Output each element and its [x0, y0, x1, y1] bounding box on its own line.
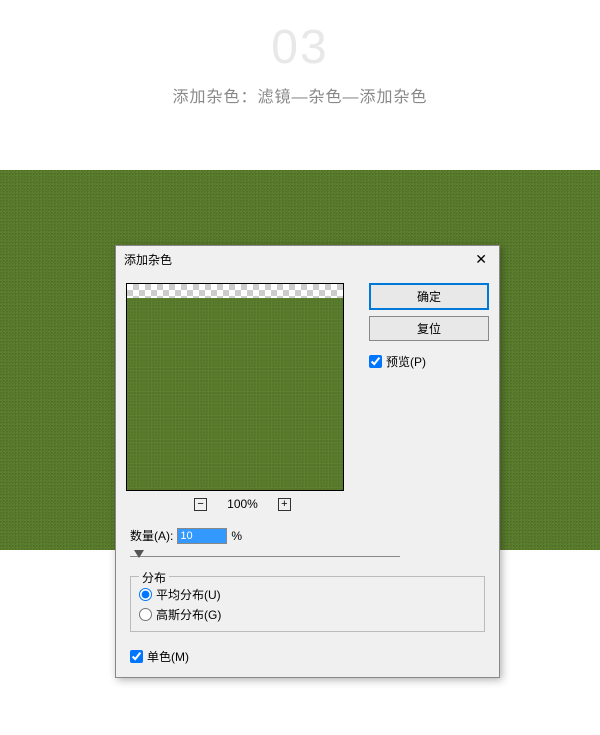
ok-button[interactable]: 确定: [369, 283, 489, 310]
gaussian-radio-label: 高斯分布(G): [156, 606, 221, 623]
uniform-radio[interactable]: [139, 588, 152, 601]
uniform-radio-label: 平均分布(U): [156, 586, 221, 603]
amount-input[interactable]: [177, 528, 227, 544]
transparency-checker: [127, 284, 343, 298]
slider-thumb[interactable]: [134, 550, 144, 558]
amount-unit: %: [231, 529, 242, 543]
zoom-out-button[interactable]: −: [194, 498, 207, 511]
dialog-titlebar: 添加杂色 ✕: [116, 246, 499, 273]
dialog-title: 添加杂色: [124, 251, 172, 268]
distribution-fieldset: 分布 平均分布(U) 高斯分布(G): [130, 576, 485, 632]
uniform-radio-row[interactable]: 平均分布(U): [139, 586, 476, 603]
preview-area: [126, 283, 344, 491]
monochrome-checkbox-row[interactable]: 单色(M): [130, 648, 485, 665]
zoom-level: 100%: [227, 497, 258, 511]
preview-checkbox-label: 预览(P): [386, 353, 426, 370]
monochrome-checkbox[interactable]: [130, 650, 143, 663]
preview-checkbox[interactable]: [369, 355, 382, 368]
reset-button[interactable]: 复位: [369, 316, 489, 341]
zoom-in-button[interactable]: +: [278, 498, 291, 511]
gaussian-radio[interactable]: [139, 608, 152, 621]
step-number: 03: [0, 20, 600, 75]
amount-slider[interactable]: [130, 550, 400, 562]
preview-image: [127, 298, 343, 491]
distribution-legend: 分布: [139, 569, 169, 586]
close-icon[interactable]: ✕: [471, 251, 491, 268]
step-description: 添加杂色：滤镜—杂色—添加杂色: [0, 83, 600, 107]
gaussian-radio-row[interactable]: 高斯分布(G): [139, 606, 476, 623]
amount-label: 数量(A):: [130, 527, 173, 544]
monochrome-checkbox-label: 单色(M): [147, 648, 189, 665]
preview-checkbox-row[interactable]: 预览(P): [369, 353, 489, 370]
add-noise-dialog: 添加杂色 ✕ − 100% + 确定 复位 预览(P) 数量(A):: [115, 245, 500, 678]
